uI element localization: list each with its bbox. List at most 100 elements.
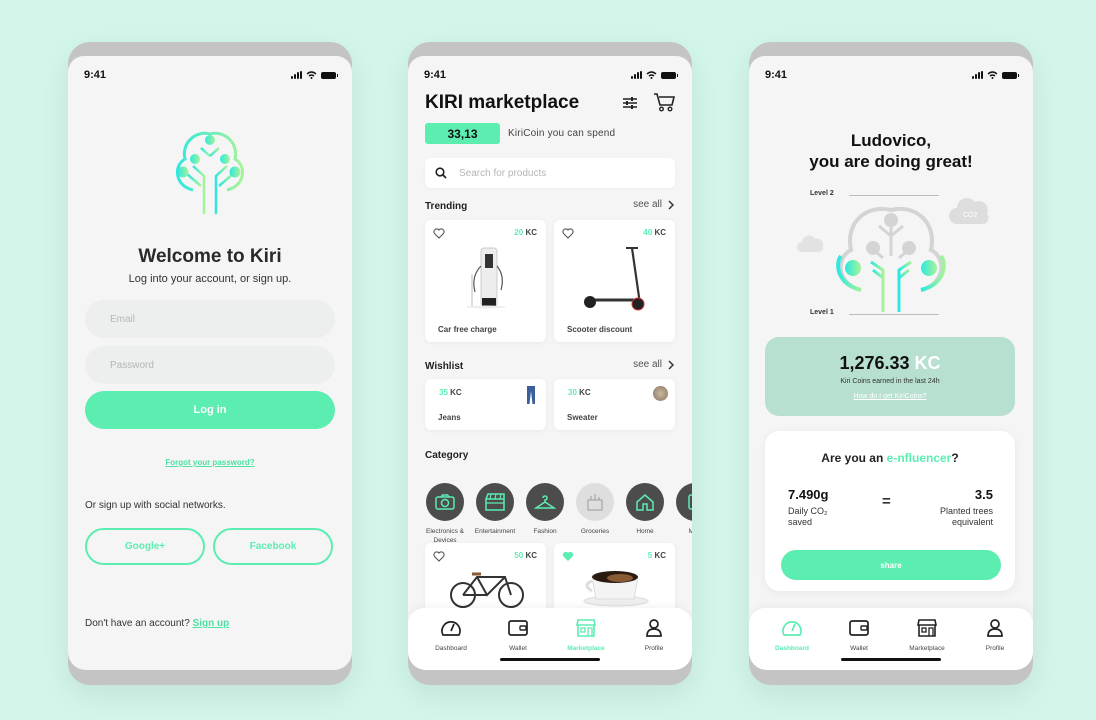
home-indicator (500, 658, 600, 661)
no-account-text: Don't have an account? (85, 618, 190, 629)
category-label: Groceries (580, 528, 610, 535)
how-to-get-kiricoins-link[interactable]: How do I get KiriCoins? (853, 393, 926, 400)
trees-value: 3.5 (974, 487, 993, 502)
profile-icon (987, 619, 1003, 637)
small-cloud-icon (797, 235, 823, 252)
product-price: 50 KC (514, 551, 537, 560)
heart-filled-icon[interactable] (562, 551, 574, 562)
wishlist-card[interactable]: 30 KC Sweater (554, 379, 675, 430)
login-button[interactable]: Log in (85, 391, 335, 429)
heart-outline-icon[interactable] (433, 228, 445, 239)
product-price: 20 KC (514, 228, 537, 237)
camera-icon (435, 494, 455, 510)
greeting-name: Ludovico, (850, 131, 932, 150)
tab-profile[interactable]: Profile (619, 618, 689, 652)
marketplace-screen: 9:41 KIRI marketplace 33,13 KiriCoin you… (408, 56, 692, 670)
tab-dashboard[interactable]: Dashboard (416, 618, 486, 652)
search-icon (435, 167, 447, 179)
chevron-right-icon (668, 199, 674, 210)
battery-icon (1002, 71, 1019, 79)
sweater-image (653, 386, 668, 401)
tab-label: Profile (985, 645, 1005, 652)
tab-wallet[interactable]: Wallet (483, 618, 553, 652)
tab-label: Marketplace (567, 645, 605, 652)
tab-dashboard[interactable]: Dashboard (757, 618, 827, 652)
category-mobility[interactable]: Mob (669, 483, 692, 536)
welcome-subtitle: Log into your account, or sign up. (128, 273, 292, 285)
product-card[interactable]: 20 KC Car free charge (425, 220, 546, 342)
dashboard-screen: 9:41 Ludovico, you are doing great! Leve… (749, 56, 1033, 670)
marketplace-phone: 9:41 KIRI marketplace 33,13 KiriCoin you… (408, 42, 692, 685)
trees-label: Planted trees equivalent (939, 506, 993, 527)
tab-profile[interactable]: Profile (960, 618, 1030, 652)
filter-icon[interactable] (622, 96, 638, 110)
equals-sign: = (882, 493, 891, 510)
battery-icon (661, 71, 678, 79)
level-top-label: Level 2 (810, 190, 834, 197)
google-signup-button[interactable]: Google+ (85, 528, 205, 565)
trending-see-all[interactable]: see all (633, 199, 674, 210)
wallet-icon (849, 620, 869, 636)
category-electronics[interactable]: Electronics & Devices (419, 483, 471, 545)
wishlist-price: 30 KC (568, 388, 591, 397)
clapperboard-icon (485, 493, 505, 511)
tab-wallet[interactable]: Wallet (824, 618, 894, 652)
status-bar: 9:41 (84, 68, 338, 82)
signal-icon (291, 71, 302, 79)
status-time: 9:41 (765, 69, 788, 81)
login-screen: 9:41 Welcome to Kiri Log into your accou… (68, 56, 352, 670)
signal-icon (631, 71, 642, 79)
forgot-password-link[interactable]: Forgot your password? (165, 458, 254, 467)
gauge-icon (782, 621, 802, 636)
mobility-icon (688, 494, 692, 510)
greeting-message: you are doing great! (809, 152, 973, 171)
kc-earned-amount: 1,276.33 KC (839, 353, 941, 373)
coin-balance-badge: 33,13 (425, 123, 500, 144)
product-card[interactable]: 40 KC Scooter discount (554, 220, 675, 342)
bottom-tab-bar: Dashboard Wallet Marketplace Profile (749, 608, 1033, 670)
status-bar: 9:41 (765, 68, 1019, 82)
wishlist-see-all[interactable]: see all (633, 359, 674, 370)
battery-icon (321, 71, 338, 79)
store-icon (917, 619, 937, 637)
welcome-title: Welcome to Kiri (138, 246, 282, 267)
category-groceries[interactable]: Groceries (569, 483, 621, 536)
tab-label: Dashboard (775, 645, 809, 652)
heart-outline-icon[interactable] (562, 228, 574, 239)
tab-label: Wallet (509, 645, 527, 652)
kiri-tree-logo (176, 131, 244, 216)
cart-icon[interactable] (653, 92, 675, 112)
product-name: Scooter discount (567, 325, 633, 334)
wishlist-name: Jeans (438, 413, 461, 422)
wishlist-card[interactable]: 35 KC Jeans (425, 379, 546, 430)
search-bar[interactable] (425, 158, 675, 188)
influencer-card: Are you an e-nfluencer? 7.490g Daily CO₂… (765, 431, 1015, 591)
wifi-icon (646, 71, 657, 79)
co2-cloud-icon: CO2 (949, 198, 989, 224)
product-price: 40 KC (643, 228, 666, 237)
wifi-icon (987, 71, 998, 79)
signup-link[interactable]: Sign up (193, 618, 230, 629)
search-input[interactable] (459, 167, 659, 179)
category-label: Fashion (533, 528, 557, 535)
category-entertainment[interactable]: Entertainment (469, 483, 521, 536)
facebook-signup-button[interactable]: Facebook (213, 528, 333, 565)
gauge-icon (441, 621, 461, 636)
password-input[interactable] (85, 346, 335, 384)
jeans-image (527, 386, 535, 404)
tab-marketplace[interactable]: Marketplace (892, 618, 962, 652)
heart-outline-icon[interactable] (433, 551, 445, 562)
status-time: 9:41 (424, 69, 447, 81)
category-label: Entertainment (474, 528, 516, 535)
share-button[interactable]: share (781, 550, 1001, 580)
wishlist-price: 35 KC (439, 388, 462, 397)
tab-marketplace[interactable]: Marketplace (551, 618, 621, 652)
dashboard-phone: 9:41 Ludovico, you are doing great! Leve… (749, 42, 1033, 685)
co2-saved-label: Daily CO₂ saved (788, 506, 828, 527)
profile-icon (646, 619, 662, 637)
email-input[interactable] (85, 300, 335, 338)
wallet-icon (508, 620, 528, 636)
category-home[interactable]: Home (619, 483, 671, 536)
category-fashion[interactable]: Fashion (519, 483, 571, 536)
ev-charger-image (466, 247, 506, 309)
